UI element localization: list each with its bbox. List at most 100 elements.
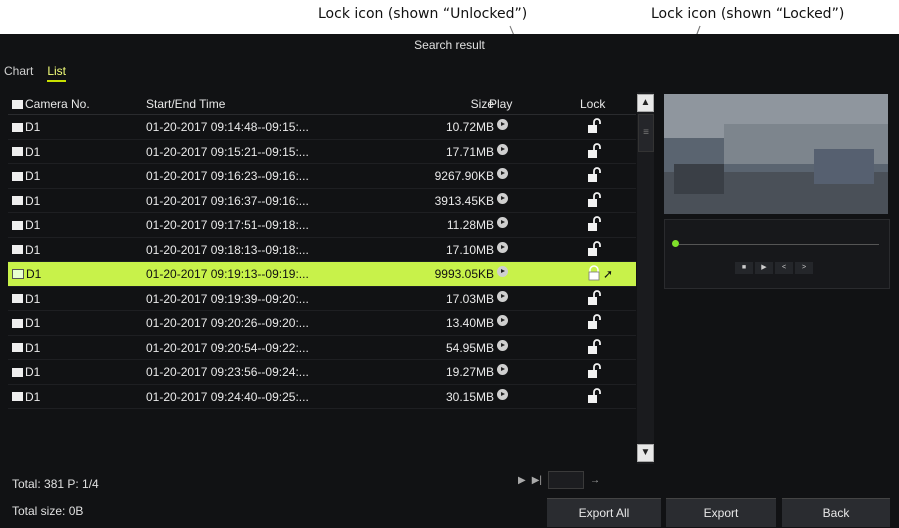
select-all-cell[interactable]: Camera No. — [12, 97, 90, 111]
table-row[interactable]: D1 01-20-2017 09:19:39--09:20:... 17.03M… — [8, 287, 636, 311]
table-row[interactable]: D1 01-20-2017 09:23:56--09:24:... 19.27M… — [8, 360, 636, 385]
table-scrollbar[interactable]: ▲ ≡ ▼ — [637, 92, 654, 464]
scroll-thumb[interactable]: ≡ — [638, 114, 654, 152]
row-checkbox[interactable] — [12, 343, 23, 352]
play-icon[interactable] — [497, 315, 508, 329]
table-row[interactable]: D1 01-20-2017 09:20:26--09:20:... 13.40M… — [8, 311, 636, 336]
start-end-time: 01-20-2017 09:18:13--09:18:... — [146, 242, 309, 257]
last-page-icon[interactable]: ▶| — [532, 475, 542, 486]
unlocked-lock-icon[interactable] — [586, 118, 602, 137]
unlocked-lock-icon[interactable] — [586, 387, 602, 407]
callout-unlocked: Lock icon (shown “Unlocked”) — [318, 6, 528, 22]
row-checkbox[interactable] — [12, 196, 23, 205]
unlocked-lock-icon[interactable] — [586, 338, 602, 358]
page-input[interactable] — [548, 471, 584, 489]
header-camera: Camera No. — [25, 97, 90, 111]
play-icon[interactable] — [497, 339, 508, 354]
export-button[interactable]: Export — [666, 498, 776, 527]
play-icon[interactable] — [497, 241, 508, 256]
row-checkbox[interactable] — [12, 220, 23, 230]
start-end-time: 01-20-2017 09:23:56--09:24:... — [146, 365, 309, 379]
pager: ▶ ▶| → — [518, 471, 600, 489]
start-end-time: 01-20-2017 09:16:37--09:16:... — [146, 193, 309, 208]
camera-cell: D1 — [12, 145, 40, 159]
file-size: 19.27MB — [445, 365, 494, 379]
camera-cell: D1 — [12, 316, 40, 330]
start-end-time: 01-20-2017 09:15:21--09:15:... — [146, 144, 309, 159]
table-row[interactable]: D1 01-20-2017 09:16:23--09:16:... 9267.9… — [8, 164, 636, 189]
row-checkbox[interactable] — [12, 392, 23, 401]
play-icon[interactable] — [497, 217, 508, 231]
start-end-time: 01-20-2017 09:24:40--09:25:... — [146, 389, 309, 404]
play-icon[interactable] — [497, 168, 508, 182]
unlocked-lock-icon[interactable] — [586, 289, 602, 309]
stop-button[interactable]: ■ — [735, 262, 753, 274]
play-icon[interactable] — [497, 119, 508, 133]
camera-cell: D1 — [12, 341, 40, 355]
unlocked-lock-icon[interactable] — [586, 191, 602, 211]
tab-list[interactable]: List — [47, 64, 67, 82]
camera-no: D1 — [25, 242, 41, 257]
play-icon[interactable] — [497, 290, 508, 305]
row-checkbox[interactable] — [12, 269, 24, 279]
unlocked-lock-icon[interactable] — [586, 216, 602, 235]
row-checkbox[interactable] — [12, 294, 23, 303]
next-button[interactable]: > — [795, 262, 813, 274]
cursor-icon: ➚ — [603, 267, 614, 281]
play-icon[interactable] — [497, 388, 508, 403]
play-icon[interactable] — [497, 364, 508, 378]
table-row[interactable]: D1 01-20-2017 09:18:13--09:18:... 17.10M… — [8, 238, 636, 262]
camera-no: D1 — [25, 316, 41, 330]
camera-cell: D1 — [12, 120, 40, 134]
row-checkbox[interactable] — [12, 318, 23, 328]
unlocked-lock-icon[interactable] — [586, 240, 602, 260]
unlocked-lock-icon[interactable] — [586, 314, 602, 333]
table-row[interactable]: D1 01-20-2017 09:20:54--09:22:... 54.95M… — [8, 336, 636, 360]
play-icon[interactable] — [497, 266, 508, 280]
preview-shelf — [814, 149, 874, 184]
start-end-time: 01-20-2017 09:20:54--09:22:... — [146, 340, 309, 355]
table-row[interactable]: D1 01-20-2017 09:24:40--09:25:... 30.15M… — [8, 385, 636, 409]
back-button[interactable]: Back — [782, 498, 890, 527]
export-all-button[interactable]: Export All — [547, 498, 661, 527]
locked-lock-icon[interactable]: ➚ — [586, 265, 613, 284]
row-checkbox[interactable] — [12, 367, 23, 377]
unlocked-lock-icon[interactable] — [586, 142, 602, 162]
row-checkbox[interactable] — [12, 171, 23, 181]
playback-controls: ■ ▶ < > — [664, 219, 890, 289]
camera-no: D1 — [25, 144, 41, 159]
camera-cell: D1 — [12, 169, 40, 183]
unlocked-lock-icon[interactable] — [586, 363, 602, 382]
scroll-down-button[interactable]: ▼ — [637, 444, 654, 462]
previous-button[interactable]: < — [775, 262, 793, 274]
progress-track[interactable] — [679, 244, 879, 245]
camera-no: D1 — [25, 340, 41, 355]
unlocked-lock-icon[interactable] — [586, 167, 602, 186]
table-row[interactable]: D1 01-20-2017 09:14:48--09:15:... 10.72M… — [8, 115, 636, 140]
row-checkbox[interactable] — [12, 147, 23, 156]
table-row[interactable]: D1 01-20-2017 09:17:51--09:18:... 11.28M… — [8, 213, 636, 238]
header-time: Start/End Time — [146, 97, 226, 111]
play-icon[interactable] — [497, 143, 508, 158]
camera-cell: D1 — [12, 292, 40, 306]
go-page-icon[interactable]: → — [590, 475, 600, 486]
play-button[interactable]: ▶ — [755, 262, 773, 274]
tab-chart[interactable]: Chart — [4, 64, 33, 82]
table-row[interactable]: D1 01-20-2017 09:16:37--09:16:... 3913.4… — [8, 189, 636, 213]
progress-knob[interactable] — [672, 240, 679, 247]
camera-no: D1 — [25, 218, 41, 232]
file-size: 30.15MB — [445, 389, 494, 404]
select-all-checkbox[interactable] — [12, 99, 23, 109]
table-row[interactable]: D1 01-20-2017 09:15:21--09:15:... 17.71M… — [8, 140, 636, 164]
file-size: 3913.45KB — [434, 193, 494, 208]
row-checkbox[interactable] — [12, 122, 23, 132]
play-icon[interactable] — [497, 192, 508, 207]
view-tabs: Chart List — [4, 64, 67, 82]
next-page-icon[interactable]: ▶ — [518, 475, 526, 486]
camera-cell: D1 — [12, 267, 41, 281]
file-size: 10.72MB — [445, 120, 494, 134]
scroll-up-button[interactable]: ▲ — [637, 94, 654, 112]
table-row-selected[interactable]: D1 01-20-2017 09:19:13--09:19:... 9993.0… — [8, 262, 636, 287]
row-checkbox[interactable] — [12, 245, 23, 254]
search-result-window: Search result Chart List Camera No. Star… — [0, 34, 899, 528]
